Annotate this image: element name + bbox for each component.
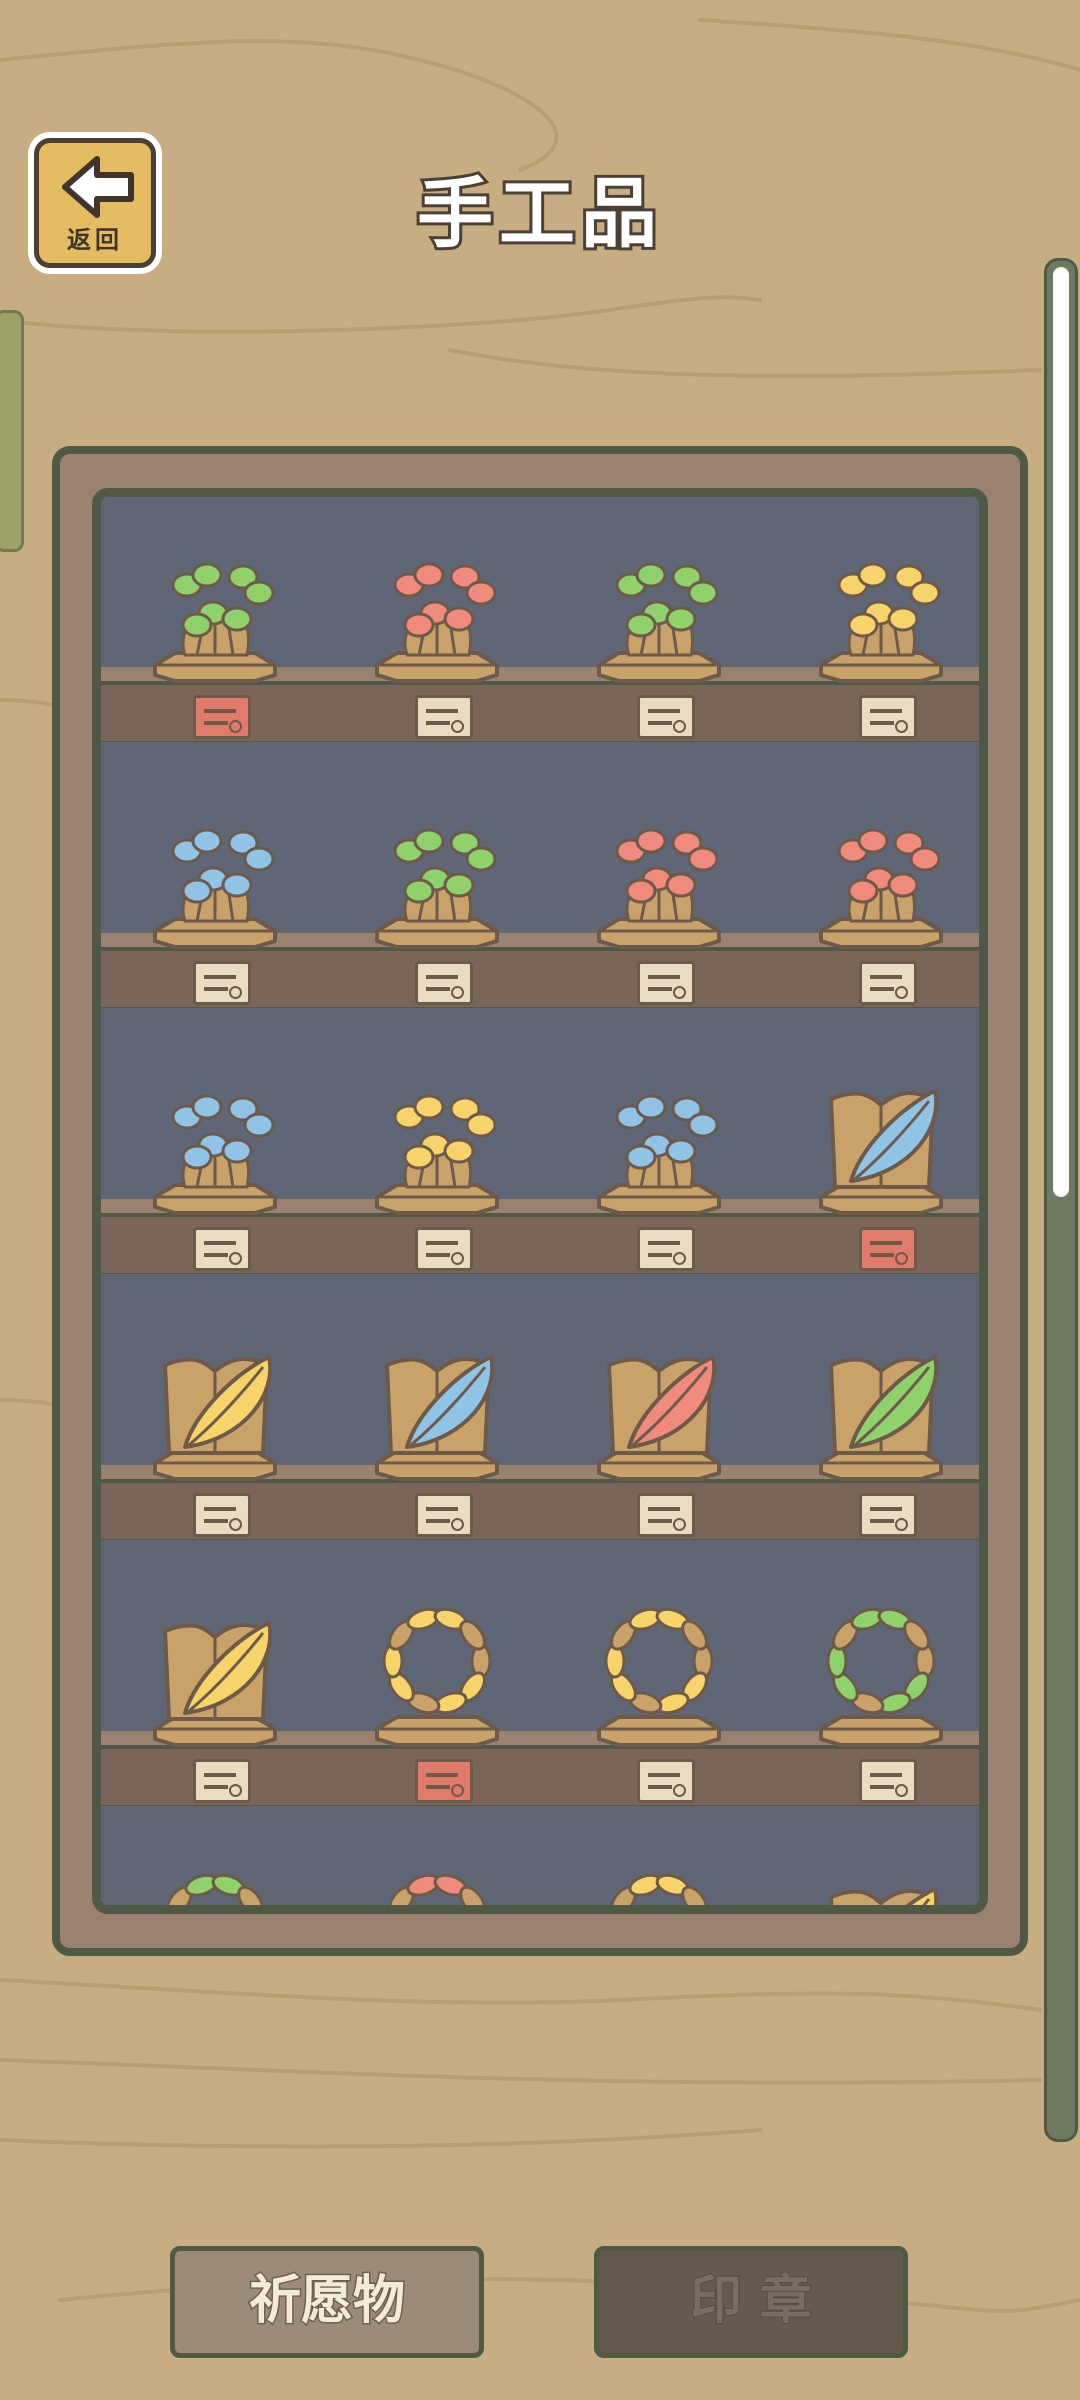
note-tag-icon[interactable] [859,1227,917,1271]
craft-item-clover-plant-yellow[interactable] [327,1029,547,1274]
craft-item-leaf-wreath-green[interactable] [771,1561,979,1806]
note-tag-icon[interactable] [193,961,251,1005]
note-tag-icon[interactable] [859,1493,917,1537]
leaf-book-icon [375,1355,499,1481]
note-tag-icon[interactable] [637,695,695,739]
shelf-gap [101,1008,979,1029]
shelf-row [101,1029,979,1295]
clover-plant-icon [375,828,499,949]
craft-item-clover-plant-blue[interactable] [105,763,325,1008]
leaf-wreath-icon [388,1873,486,1905]
craft-item-leaf-book-yellow[interactable] [105,1295,325,1540]
shelf-row [101,763,979,1029]
craft-item-leaf-book-blue[interactable] [327,1295,547,1540]
craft-item-clover-plant-blue[interactable] [105,1029,325,1274]
clover-plant-icon [153,828,277,949]
note-tag-icon[interactable] [193,695,251,739]
note-tag-icon[interactable] [859,695,917,739]
shelf-row [101,497,979,763]
side-drawer-tab[interactable] [0,310,24,552]
shelf-gap [101,742,979,763]
leaf-wreath-icon [610,1873,708,1905]
craft-item-leaf-wreath-yellow[interactable] [549,1561,769,1806]
leaf-book-icon [829,1887,939,1905]
note-tag-icon[interactable] [415,1759,473,1803]
shelf-gap [101,1274,979,1295]
craft-item-leaf-wreath-red[interactable] [327,1827,547,1905]
shelf-row [101,1561,979,1827]
shelf-gap [101,1806,979,1827]
note-tag-icon[interactable] [859,961,917,1005]
note-tag-icon[interactable] [415,1493,473,1537]
leaf-book-icon [597,1355,721,1481]
note-tag-icon[interactable] [415,961,473,1005]
clover-plant-icon [375,562,499,683]
clover-plant-icon [819,562,943,683]
craft-item-leaf-book-blue[interactable] [771,1029,979,1274]
leaf-wreath-icon [166,1873,264,1905]
clover-plant-icon [153,1094,277,1215]
cabinet-shelves [92,488,988,1914]
wish-items-tab-button[interactable]: 祈愿物 [170,2246,484,2358]
clover-plant-icon [153,562,277,683]
craft-item-clover-plant-green[interactable] [549,497,769,742]
leaf-book-icon [153,1355,277,1481]
note-tag-icon[interactable] [193,1493,251,1537]
note-tag-icon[interactable] [637,1227,695,1271]
craft-item-clover-plant-green[interactable] [327,763,547,1008]
clover-plant-icon [597,1094,721,1215]
clover-plant-icon [375,1094,499,1215]
craft-item-leaf-book-yellow[interactable] [105,1561,325,1806]
clover-plant-icon [597,828,721,949]
craft-item-leaf-wreath-yellow[interactable] [327,1561,547,1806]
craft-item-leaf-wreath-yellow[interactable] [549,1827,769,1905]
note-tag-icon[interactable] [415,695,473,739]
stamps-tab-button[interactable]: 印 章 [594,2246,908,2358]
craft-item-clover-plant-red[interactable] [549,763,769,1008]
scrollbar[interactable] [1044,258,1078,2142]
craft-item-clover-plant-blue[interactable] [549,1029,769,1274]
shelf-gap [101,1540,979,1561]
note-tag-icon[interactable] [415,1227,473,1271]
craft-item-clover-plant-red[interactable] [327,497,547,742]
clover-plant-icon [597,562,721,683]
note-tag-icon[interactable] [859,1759,917,1803]
craft-item-leaf-wreath-green[interactable] [105,1827,325,1905]
note-tag-icon[interactable] [193,1759,251,1803]
page-title: 手工品 [414,166,663,261]
leaf-book-icon [819,1355,943,1481]
clover-plant-icon [819,828,943,949]
scroll-thumb[interactable] [1053,267,1069,1197]
note-tag-icon[interactable] [193,1227,251,1271]
leaf-book-icon [819,1089,943,1215]
leaf-wreath-icon [597,1607,721,1747]
craft-cabinet [52,446,1028,1956]
note-tag-icon[interactable] [637,1493,695,1537]
shelf-row [101,1827,979,1905]
craft-item-leaf-book-green[interactable] [771,1295,979,1540]
craft-item-clover-plant-yellow[interactable] [771,497,979,742]
note-tag-icon[interactable] [637,1759,695,1803]
craft-item-leaf-book-red[interactable] [549,1295,769,1540]
craft-item-clover-plant-green[interactable] [105,497,325,742]
note-tag-icon[interactable] [637,961,695,1005]
craft-item-leaf-book-yellow[interactable] [771,1827,979,1905]
leaf-wreath-icon [375,1607,499,1747]
leaf-wreath-icon [819,1607,943,1747]
craft-item-clover-plant-red[interactable] [771,763,979,1008]
leaf-book-icon [153,1621,277,1747]
shelf-row [101,1295,979,1561]
